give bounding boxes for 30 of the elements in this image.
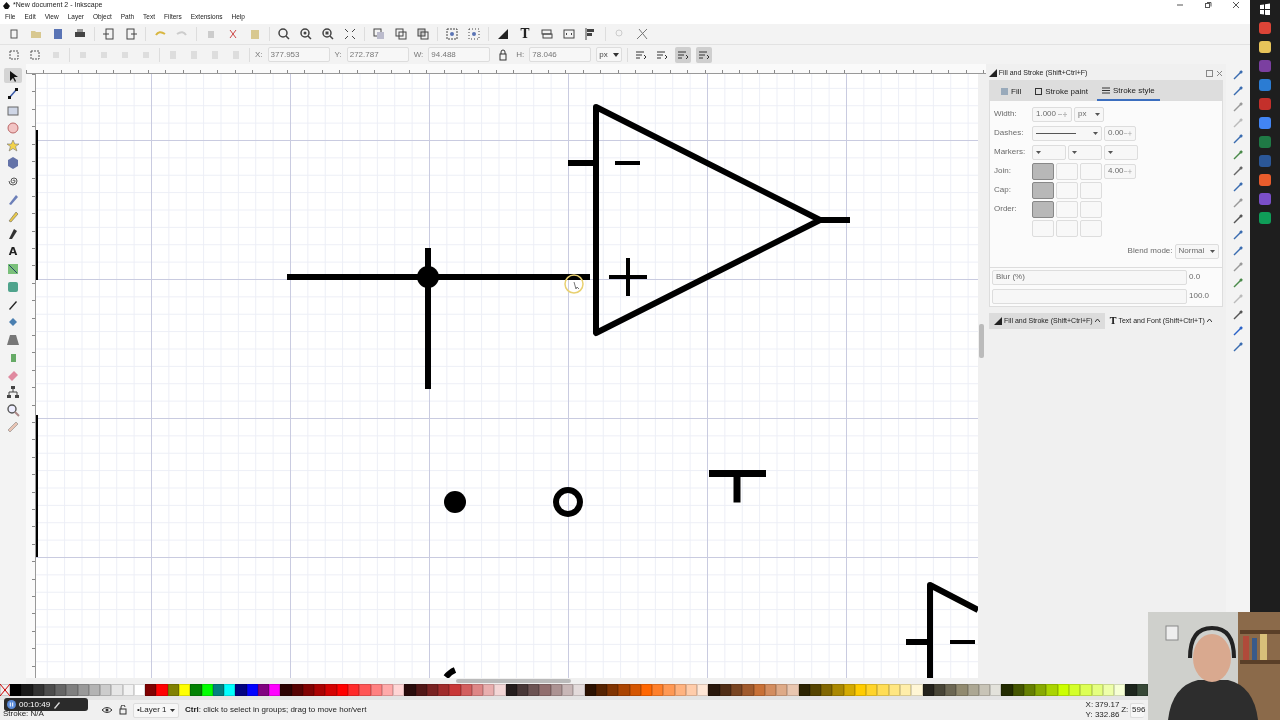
field-label: H: bbox=[516, 49, 525, 60]
field-label: Cap: bbox=[994, 185, 1012, 195]
text-font-button[interactable]: T bbox=[517, 26, 533, 42]
layer-dropdown[interactable]: •Layer 1 bbox=[133, 702, 179, 718]
coordinate-value: 332.86 bbox=[1094, 710, 1120, 720]
status-message: Ctrl: click to select in groups; drag to move hor/vert bbox=[185, 705, 367, 715]
field-label: Blend mode: bbox=[1127, 246, 1173, 256]
field-label: Y: bbox=[334, 49, 342, 60]
field-label: Order: bbox=[994, 204, 1018, 214]
text-tool-button[interactable]: A bbox=[4, 243, 22, 259]
coordinate-label: X: bbox=[1085, 700, 1094, 710]
recording-timer: 00:10:49 bbox=[19, 699, 51, 710]
number-field[interactable]: 272.787 bbox=[346, 47, 409, 62]
number-value: 100.0 bbox=[1189, 291, 1210, 301]
number-field[interactable]: 94.488 bbox=[428, 47, 491, 62]
stroke-status: Stroke: N/A bbox=[3, 709, 45, 719]
field-label: Width: bbox=[994, 109, 1018, 119]
number-field[interactable]: 78.046 bbox=[529, 47, 592, 62]
field-label: Dashes: bbox=[994, 128, 1025, 138]
field-label: X: bbox=[255, 49, 263, 60]
unit-dropdown[interactable]: px bbox=[596, 47, 623, 62]
zoom-label: Z: bbox=[1121, 705, 1129, 715]
field-label: Join: bbox=[994, 166, 1012, 176]
field-label: Markers: bbox=[994, 147, 1027, 157]
coordinate-value: 379.17 bbox=[1094, 700, 1120, 710]
number-value: 0.0 bbox=[1189, 272, 1201, 282]
field-label: W: bbox=[413, 49, 424, 60]
number-field[interactable]: 377.953 bbox=[267, 47, 330, 62]
zoom-field[interactable]: 596 bbox=[1130, 702, 1144, 718]
coordinate-label: Y: bbox=[1085, 710, 1094, 720]
